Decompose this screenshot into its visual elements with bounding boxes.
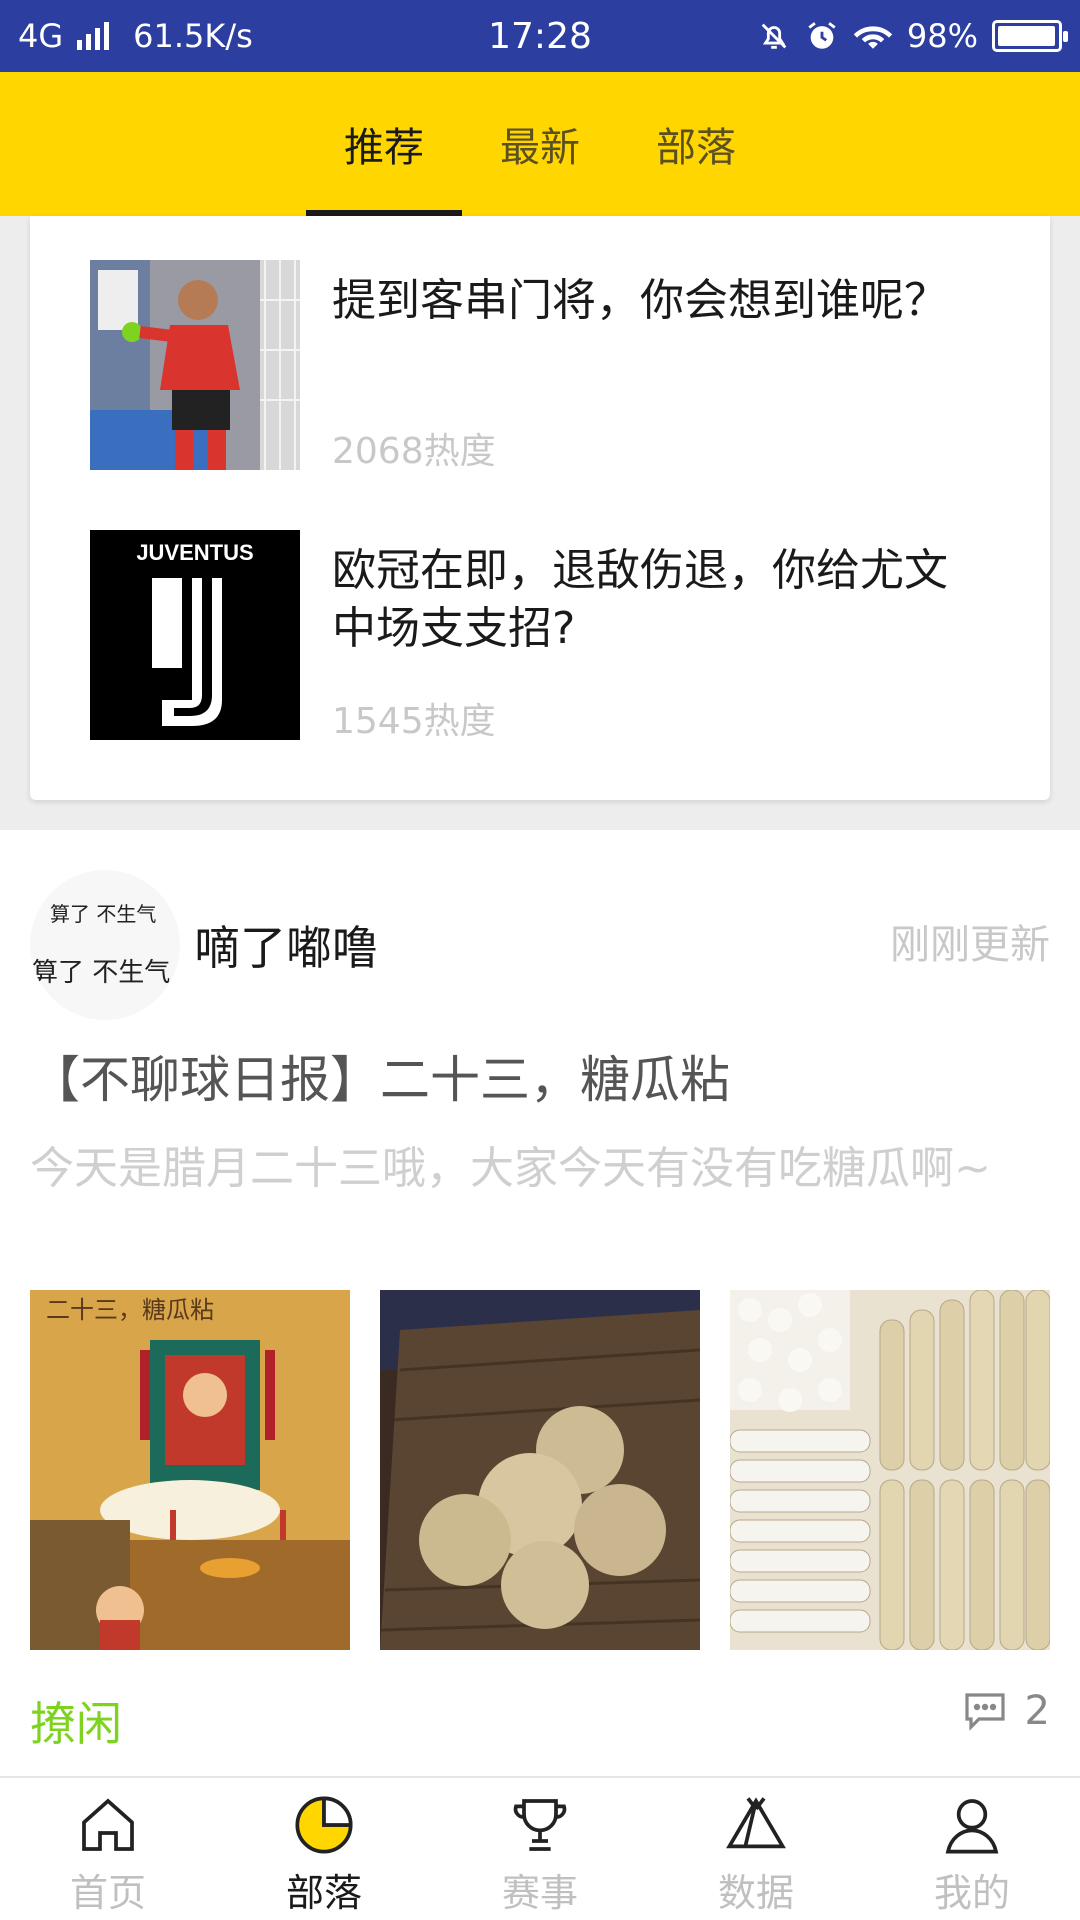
post-card[interactable]: 算了 不生气 算了 不生气 嘀了嘟噜 刚刚更新 【不聊球日报】二十三，糖瓜粘 今…	[0, 830, 1080, 1778]
svg-text:二十三，糖瓜粘: 二十三，糖瓜粘	[46, 1297, 214, 1324]
wifi-icon	[853, 26, 893, 49]
nav-label: 首页	[69, 1871, 146, 1915]
tab-latest[interactable]: 最新	[462, 72, 618, 216]
signal-icon	[77, 22, 110, 50]
recommended-item[interactable]: 提到客串门将，你会想到谁呢？ 2068热度	[90, 260, 990, 472]
post-image-grid: 二十三，糖瓜粘	[30, 1290, 1050, 1650]
nav-label: 数据	[717, 1871, 794, 1915]
author-name[interactable]: 嘀了嘟噜	[194, 912, 378, 978]
avatar-text-main: 算了 不生气	[32, 958, 171, 988]
battery-percent: 98%	[906, 17, 978, 55]
svg-text:JUVENTUS: JUVENTUS	[136, 540, 253, 565]
top-tab-bar: 推荐 最新 部落	[0, 72, 1080, 216]
nav-tribe[interactable]: 部落	[216, 1778, 432, 1920]
alarm-icon	[808, 22, 836, 49]
avatar[interactable]: 算了 不生气 算了 不生气	[30, 870, 180, 1020]
recommended-title: 欧冠在即，退敌伤退，你给尤文中场支支招?	[332, 545, 948, 654]
update-time: 刚刚更新	[890, 922, 1050, 968]
post-image-candy-sticks[interactable]	[730, 1290, 1050, 1650]
avatar-text-top: 算了 不生气	[50, 902, 157, 926]
juventus-logo: JUVENTUS	[90, 530, 300, 740]
network-speed: 61.5K/s	[133, 17, 253, 55]
nav-label: 部落	[285, 1871, 362, 1915]
battery-icon	[992, 20, 1068, 52]
post-summary: 今天是腊月二十三哦，大家今天有没有吃糖瓜啊~	[30, 1143, 991, 1194]
recommended-title: 提到客串门将，你会想到谁呢？	[332, 275, 948, 326]
network-type: 4G	[18, 17, 64, 55]
tent-icon	[716, 1790, 796, 1860]
tribe-pie-icon	[284, 1790, 364, 1860]
nav-home[interactable]: 首页	[0, 1778, 216, 1920]
trophy-icon	[500, 1790, 580, 1860]
heat-count: 2068热度	[332, 431, 496, 472]
goalkeeper-thumbnail	[90, 260, 300, 470]
post-image-candy-balls[interactable]	[380, 1290, 700, 1650]
profile-icon	[932, 1790, 1012, 1860]
nav-label: 我的	[933, 1871, 1010, 1915]
nav-data[interactable]: 数据	[648, 1778, 864, 1920]
tab-recommended[interactable]: 推荐	[306, 72, 462, 216]
heat-count: 1545热度	[332, 701, 496, 742]
post-image-illustration[interactable]: 二十三，糖瓜粘	[30, 1290, 350, 1650]
bottom-nav: 首页 部落 赛事 数据 我的	[0, 1776, 1080, 1920]
post-title: 【不聊球日报】二十三，糖瓜粘	[30, 1051, 730, 1109]
recommended-card: 提到客串门将，你会想到谁呢？ 2068热度 JUVENTUS 欧冠在即，退敌伤退…	[30, 216, 1050, 800]
home-icon	[68, 1790, 148, 1860]
tab-tribe[interactable]: 部落	[618, 72, 774, 216]
status-right: 98%	[757, 17, 1068, 55]
nav-matches[interactable]: 赛事	[432, 1778, 648, 1920]
recommended-item[interactable]: JUVENTUS 欧冠在即，退敌伤退，你给尤文中场支支招? 1545热度	[90, 530, 990, 742]
nav-profile[interactable]: 我的	[864, 1778, 1080, 1920]
status-left: 4G 61.5K/s	[18, 17, 253, 55]
mute-icon	[761, 23, 787, 49]
comment-icon	[964, 1693, 1005, 1731]
comment-count: 2	[1024, 1688, 1050, 1734]
comment-button[interactable]: 2	[961, 1688, 1050, 1734]
status-bar: 4G 61.5K/s 17:28 98%	[0, 0, 1080, 72]
nav-label: 赛事	[501, 1871, 578, 1915]
post-tag[interactable]: 撩闲	[30, 1688, 122, 1754]
